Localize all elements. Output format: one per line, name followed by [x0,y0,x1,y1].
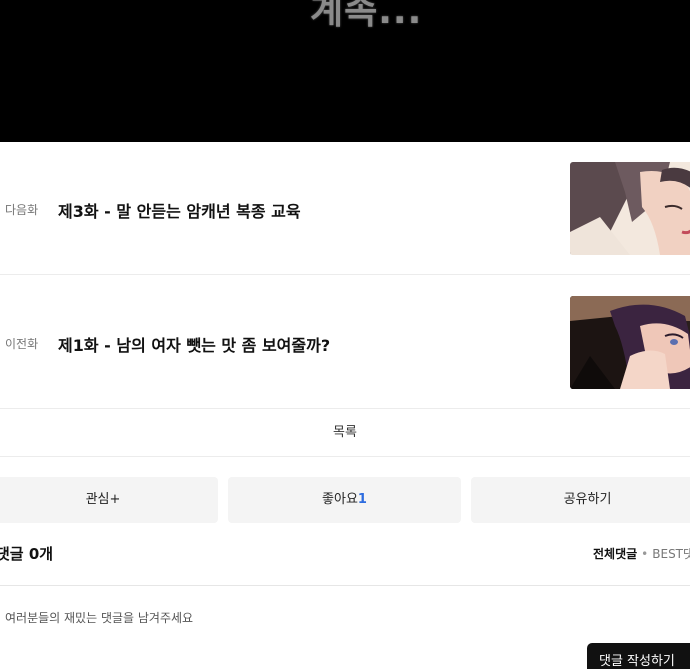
next-episode-thumbnail[interactable] [570,162,690,255]
comic-viewer-end: 계속... [0,0,690,142]
episode-list-button[interactable]: 목록 [0,410,690,457]
share-button[interactable]: 공유하기 [471,477,690,523]
next-episode-link[interactable]: 다음화 제3화 - 말 안듣는 암캐년 복종 교육 [0,142,690,275]
comments-count-title: 댓글 0개 [0,545,54,563]
comments-sort-tabs: 전체댓글 •BEST댓글 [593,545,690,562]
episode-page: 계속... 다음화 제3화 - 말 안듣는 암캐년 복종 교육 이전화 제1화 … [0,0,690,669]
prev-episode-kind: 이전화 [5,337,39,351]
comments-header: 댓글 0개 전체댓글 •BEST댓글 [0,530,690,586]
prev-episode-title: 제1화 - 남의 여자 뺏는 맛 좀 보여줄까? [58,336,331,355]
tab-separator: • [641,547,649,561]
prev-episode-thumbnail[interactable] [570,296,690,389]
comment-input[interactable] [5,611,565,625]
like-label: 좋아요 [322,492,358,507]
tab-all-comments[interactable]: 전체댓글 [593,547,637,561]
prev-episode-link[interactable]: 이전화 제1화 - 남의 여자 뺏는 맛 좀 보여줄까? [0,276,690,409]
like-button[interactable]: 좋아요1 [228,477,461,523]
like-count: 1 [357,492,367,507]
write-comment-button[interactable]: 댓글 작성하기 [587,643,690,669]
tab-best-comments[interactable]: BEST댓글 [652,547,690,561]
next-episode-kind: 다음화 [5,203,39,217]
comic-overlay-text: 계속... [310,0,423,32]
interest-button[interactable]: 관심+ [0,477,218,523]
next-episode-title: 제3화 - 말 안듣는 암캐년 복종 교육 [58,202,301,221]
